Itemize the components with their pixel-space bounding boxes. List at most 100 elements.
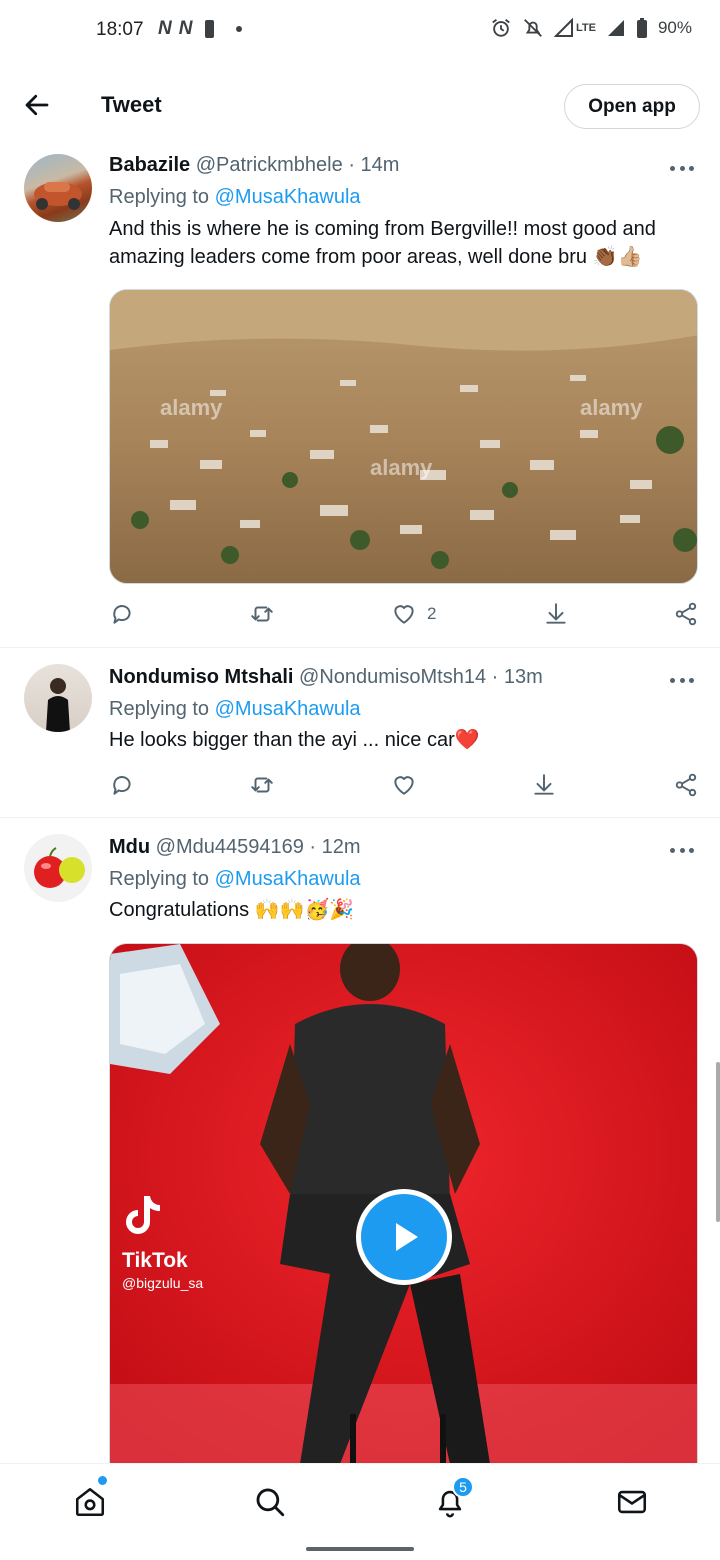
tweet-reply[interactable]: Mdu @Mdu44594169 · 12m Replying to @Musa… — [0, 818, 720, 1473]
replying-handle-link[interactable]: @MusaKhawula — [215, 868, 361, 890]
user-handle[interactable]: @NondumisoMtsh14 — [299, 666, 486, 688]
nav-messages[interactable] — [612, 1482, 652, 1522]
village-landscape-image: alamy alamy alamy — [110, 290, 697, 583]
tiktok-brand: TikTok — [122, 1249, 188, 1272]
reply-icon — [113, 605, 131, 624]
save-button[interactable] — [543, 601, 569, 627]
tweet-text: He looks bigger than the ayi ... nice ca… — [109, 729, 480, 751]
tweet-reply[interactable]: Babazile @Patrickmbhele · 14m Replying t… — [0, 144, 720, 648]
tweet-actions: 2 — [109, 601, 699, 631]
person-photo-icon — [46, 678, 70, 732]
share-icon — [675, 773, 697, 797]
status-left-icons: N N — [158, 18, 243, 40]
tweet-video[interactable]: TikTok @bigzulu_sa — [109, 943, 698, 1473]
nav-home[interactable] — [70, 1482, 110, 1522]
tweet-text: And this is where he is coming from Berg… — [109, 218, 656, 268]
search-icon — [256, 1488, 285, 1517]
play-button[interactable] — [356, 1189, 452, 1285]
apples-photo-icon — [34, 847, 85, 888]
image-watermark: alamy — [160, 395, 223, 420]
like-button[interactable] — [391, 772, 417, 798]
image-watermark: alamy — [580, 395, 643, 420]
display-name[interactable]: Babazile — [109, 154, 190, 176]
retweet-icon — [251, 606, 273, 622]
save-button[interactable] — [531, 772, 557, 798]
battery-percent: 90% — [657, 18, 692, 37]
tweet-text: Congratulations 🙌🙌🥳🎉 — [109, 899, 355, 921]
tweet-time: · 14m — [348, 154, 400, 176]
gesture-navigation-bar[interactable] — [306, 1547, 414, 1551]
tweet-header: Babazile @Patrickmbhele · 14m — [109, 154, 399, 177]
notification-n-icon: N — [178, 18, 193, 39]
user-handle[interactable]: @Patrickmbhele — [196, 154, 343, 176]
play-icon — [396, 1223, 418, 1251]
status-bar: 18:07 N N LTE 90% — [0, 0, 720, 60]
lte-icon: LTE — [576, 22, 596, 34]
home-icon — [75, 1487, 105, 1517]
reply-button[interactable] — [109, 601, 135, 627]
replying-handle-link[interactable]: @MusaKhawula — [215, 698, 361, 720]
tweet-image[interactable]: alamy alamy alamy — [109, 289, 698, 584]
more-options-icon[interactable] — [670, 678, 694, 684]
page-title: Tweet — [101, 92, 162, 117]
signal-icon — [607, 20, 624, 36]
mute-icon — [524, 19, 542, 37]
notification-n-icon: N — [158, 18, 172, 39]
tweet-time: · 13m — [491, 666, 543, 688]
messages-icon — [617, 1490, 647, 1514]
more-options-icon[interactable] — [670, 166, 694, 172]
battery-icon — [636, 18, 647, 38]
display-name[interactable]: Mdu — [109, 836, 150, 858]
open-app-button[interactable]: Open app — [564, 84, 700, 129]
bottom-navigation: 5 — [0, 1463, 720, 1539]
tweet-header: Mdu @Mdu44594169 · 12m — [109, 836, 361, 859]
retweet-button[interactable] — [249, 601, 275, 627]
replying-handle-link[interactable]: @MusaKhawula — [215, 186, 361, 208]
reply-icon — [113, 776, 131, 795]
replying-prefix: Replying to — [109, 868, 210, 890]
tweet-reply[interactable]: Nondumiso Mtshali @NondumisoMtsh14 · 13m… — [0, 648, 720, 818]
new-content-dot — [98, 1476, 107, 1485]
replying-prefix: Replying to — [109, 698, 210, 720]
battery-notification-icon — [205, 20, 215, 38]
back-arrow-icon[interactable] — [22, 90, 52, 120]
status-time: 18:07 — [96, 19, 144, 40]
status-right-icons: LTE 90% — [490, 17, 692, 39]
more-options-icon[interactable] — [670, 848, 694, 854]
share-button[interactable] — [673, 772, 699, 798]
share-icon — [675, 602, 697, 626]
replying-prefix: Replying to — [109, 186, 210, 208]
retweet-button[interactable] — [249, 772, 275, 798]
retweet-icon — [251, 777, 273, 793]
avatar[interactable] — [24, 664, 92, 732]
share-button[interactable] — [673, 601, 699, 627]
more-notifications-dot-icon — [236, 26, 243, 32]
car-photo-icon — [34, 182, 82, 210]
replying-to: Replying to @MusaKhawula — [109, 186, 361, 209]
download-arrow-icon — [534, 774, 554, 795]
like-count: 2 — [427, 604, 437, 623]
tweet-time: · 12m — [309, 836, 361, 858]
nav-search[interactable] — [250, 1482, 290, 1522]
avatar[interactable] — [24, 154, 92, 222]
tweet-header: Nondumiso Mtshali @NondumisoMtsh14 · 13m — [109, 666, 543, 689]
display-name[interactable]: Nondumiso Mtshali — [109, 666, 293, 688]
replying-to: Replying to @MusaKhawula — [109, 698, 361, 721]
tiktok-handle: @bigzulu_sa — [122, 1275, 204, 1291]
tiktok-logo-icon — [126, 1196, 160, 1234]
tiktok-watermark: TikTok @bigzulu_sa — [122, 1194, 203, 1291]
user-handle[interactable]: @Mdu44594169 — [156, 836, 304, 858]
like-button[interactable]: 2 — [391, 601, 436, 627]
heart-icon — [394, 605, 414, 624]
alarm-icon — [492, 19, 510, 37]
top-app-bar: Tweet Open app — [0, 68, 720, 144]
scrollbar[interactable] — [716, 1062, 720, 1222]
replying-to: Replying to @MusaKhawula — [109, 868, 361, 891]
signal-icon — [554, 18, 573, 37]
tweet-actions — [109, 772, 699, 802]
avatar[interactable] — [24, 834, 92, 902]
reply-button[interactable] — [109, 772, 135, 798]
notification-badge: 5 — [452, 1476, 474, 1498]
download-arrow-icon — [546, 603, 566, 624]
image-watermark: alamy — [370, 455, 433, 480]
